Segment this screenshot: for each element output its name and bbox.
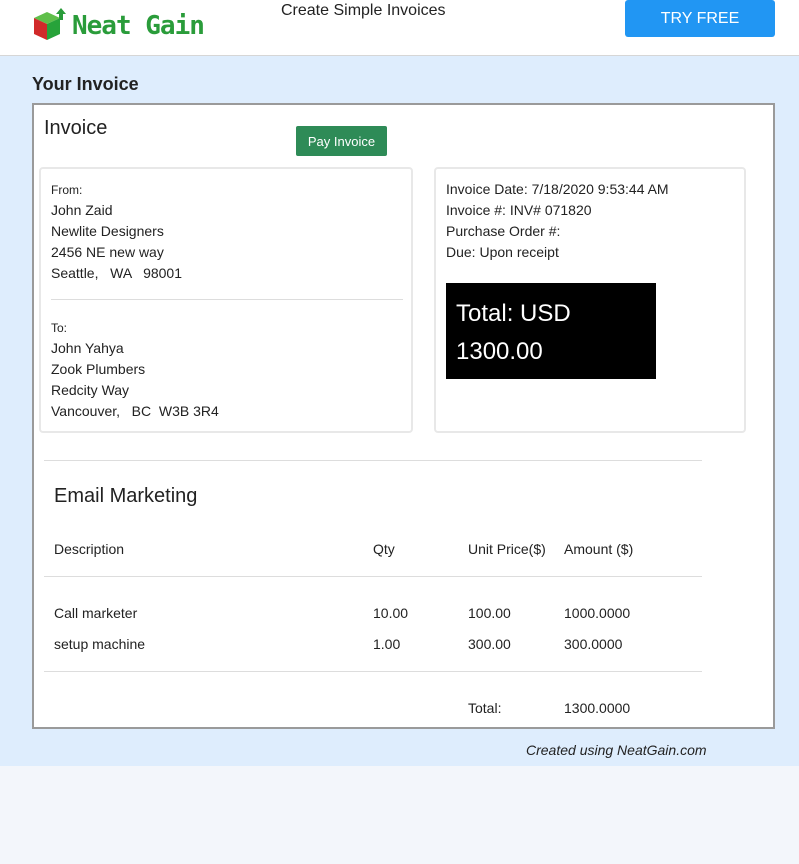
row-amount: 300.0000	[564, 636, 623, 652]
row-qty: 10.00	[373, 605, 409, 621]
total-box-label: Total: USD	[456, 300, 571, 327]
table-footer-divider	[44, 671, 702, 672]
to-street: Redcity Way	[51, 382, 130, 398]
to-city-line: Vancouver, BC W3B 3R4	[51, 403, 219, 419]
section-title: Email Marketing	[54, 485, 198, 507]
row-description: Call marketer	[54, 605, 138, 621]
section-divider	[44, 460, 702, 461]
row-description: setup machine	[54, 636, 146, 652]
invoice-date: Invoice Date: 7/18/2020 9:53:44 AM	[446, 181, 669, 197]
col-qty: Qty	[373, 541, 395, 557]
try-free-button[interactable]: TRY FREE	[625, 0, 775, 37]
from-city-line: Seattle, WA 98001	[51, 265, 183, 281]
row-amount: 1000.0000	[564, 605, 631, 621]
purchase-order: Purchase Order #:	[446, 223, 561, 239]
row-qty: 1.00	[373, 636, 401, 652]
top-header: Neat Gain Create Simple Invoices TRY FRE…	[0, 0, 799, 56]
created-using-note: Created using NeatGain.com	[526, 742, 707, 758]
brand-logo[interactable]: Neat Gain	[32, 4, 205, 44]
col-amount: Amount ($)	[564, 541, 634, 557]
from-street: 2456 NE new way	[51, 244, 164, 260]
tagline: Create Simple Invoices	[281, 2, 446, 19]
invoice-meta-card: Invoice Date: 7/18/2020 9:53:44 AM Invoi…	[434, 167, 746, 433]
invoice-band: Your Invoice Invoice Pay Invoice From: J…	[0, 56, 799, 766]
col-description: Description	[54, 541, 125, 557]
from-name: John Zaid	[51, 202, 113, 218]
col-unit-price: Unit Price($)	[468, 541, 546, 557]
row-unit-price: 100.00	[468, 605, 511, 621]
invoice-title: Invoice	[44, 117, 108, 139]
row-unit-price: 300.00	[468, 636, 511, 652]
logo-text: Neat Gain	[72, 11, 205, 41]
grand-total-value: 1300.0000	[564, 700, 631, 716]
invoice-number: Invoice #: INV# 071820	[446, 202, 592, 218]
from-company: Newlite Designers	[51, 223, 164, 239]
pay-invoice-button[interactable]: Pay Invoice	[296, 126, 387, 156]
to-company: Zook Plumbers	[51, 361, 146, 377]
total-summary-box: Total: USD 1300.00	[446, 283, 656, 379]
invoice-frame: Invoice Pay Invoice From: John Zaid Newl…	[32, 103, 775, 729]
to-name: John Yahya	[51, 340, 124, 356]
from-label: From:	[51, 183, 83, 197]
due-terms: Due: Upon receipt	[446, 244, 559, 260]
total-box-amount: 1300.00	[456, 338, 543, 365]
page-title: Your Invoice	[32, 74, 139, 94]
table-header-divider	[44, 576, 702, 577]
cube-arrow-icon	[34, 8, 66, 40]
parties-divider	[51, 299, 403, 300]
grand-total-label: Total:	[468, 700, 502, 716]
to-label: To:	[51, 321, 68, 335]
parties-card: From: John Zaid Newlite Designers 2456 N…	[39, 167, 413, 433]
